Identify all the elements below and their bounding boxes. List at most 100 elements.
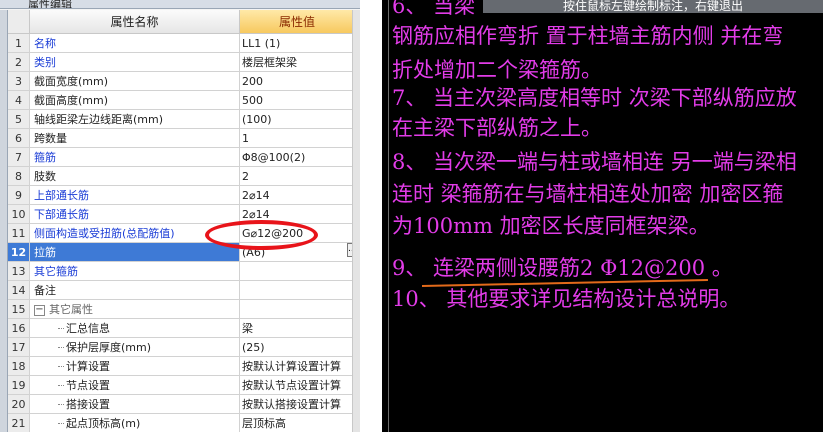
row-number: 3 [8,72,30,91]
property-value[interactable]: 楼层框架梁 [240,53,355,72]
property-name: 其它箍筋 [30,262,240,281]
property-value[interactable]: 2 [240,167,355,186]
property-value[interactable] [240,281,355,300]
property-value[interactable]: 梁 [240,319,355,338]
property-name: 截面宽度(mm) [30,72,240,91]
row-number: 10 [8,205,30,224]
property-name: − 其它属性 [30,300,240,319]
property-value-text: (100) [242,113,272,126]
pane-separator[interactable] [360,0,382,432]
property-value-text: 楼层框架梁 [242,56,297,69]
property-row[interactable]: 2 类别 楼层框架梁 [8,53,355,72]
note-line: 在主梁下部纵筋之上。 [392,116,602,140]
property-name-text: 截面高度(mm) [34,94,109,107]
property-value[interactable]: 1 [240,129,355,148]
property-value-text: 按默认搭接设置计算 [242,398,341,411]
property-value-text: 200 [242,75,263,88]
property-name: 箍筋 [30,148,240,167]
property-value[interactable] [240,262,355,281]
property-value-text: 2⌀14 [242,189,270,202]
drawing-border-line [388,0,389,432]
property-value[interactable]: 200 [240,72,355,91]
property-value[interactable]: LL1 (1) [240,34,355,53]
property-value-text: 梁 [242,322,253,335]
annotation-underline [421,279,708,287]
property-name: 备注 [30,281,240,300]
note-line: 为100mm 加密区长度同框架梁。 [392,214,710,238]
property-row[interactable]: 5 轴线距梁左边线距离(mm) (100) [8,110,355,129]
property-grid: 属性名称 属性值 1 名称 LL1 (1) 2 类别 楼层框架梁 3 截面宽度(mm) 200 4… [8,10,360,432]
row-number-header [8,10,30,34]
note-line: 10、 其他要求详见结构设计总说明。 [392,287,741,311]
property-name-text: 肢数 [34,170,56,183]
panel-side-strip [0,10,8,432]
row-number: 12 [8,243,30,262]
property-value[interactable]: 层顶标高 [240,414,355,432]
row-number: 14 [8,281,30,300]
property-row[interactable]: 16 汇总信息 梁 [8,319,355,338]
row-number: 16 [8,319,30,338]
property-name: 类别 [30,53,240,72]
property-value[interactable]: 按默认搭接设置计算 [240,395,355,414]
property-value[interactable]: Φ8@100(2) [240,148,355,167]
property-name-text: 跨数量 [34,132,67,145]
property-row[interactable]: 1 名称 LL1 (1) [8,34,355,53]
property-row[interactable]: 15− 其它属性 [8,300,355,319]
property-name-text: 汇总信息 [66,322,110,335]
property-value[interactable]: (25) [240,338,355,357]
row-number: 15 [8,300,30,319]
property-name: 汇总信息 [30,319,240,338]
property-row[interactable]: 18 计算设置 按默认计算设置计算 [8,357,355,376]
row-number: 11 [8,224,30,243]
property-row[interactable]: 13 其它箍筋 [8,262,355,281]
property-row[interactable]: 19 节点设置 按默认节点设置计算 [8,376,355,395]
vertical-scrollbar[interactable] [352,10,360,432]
property-name-text: 上部通长筋 [34,189,89,202]
property-name-text: 截面宽度(mm) [34,75,109,88]
property-row[interactable]: 8 肢数 2 [8,167,355,186]
property-row[interactable]: 14 备注 [8,281,355,300]
property-name: 计算设置 [30,357,240,376]
property-value[interactable] [240,300,355,319]
property-name: 名称 [30,34,240,53]
property-name-text: 轴线距梁左边线距离(mm) [34,113,164,126]
note-line: 连时 梁箍筋在与墙柱相连处加密 加密区箍 [392,182,784,206]
property-row[interactable]: 17 保护层厚度(mm) (25) [8,338,355,357]
row-number: 2 [8,53,30,72]
note-line: 钢筋应相作弯折 置于柱墙主筋内侧 并在弯 [392,24,784,48]
row-number: 7 [8,148,30,167]
property-value[interactable]: 2⌀14 [240,186,355,205]
property-value[interactable]: (100) [240,110,355,129]
note-line: 折处增加二个梁箍筋。 [392,58,602,82]
property-row[interactable]: 20 搭接设置 按默认搭接设置计算 [8,395,355,414]
property-name-header[interactable]: 属性名称 [30,10,240,34]
property-name-text: 箍筋 [34,151,56,164]
property-value[interactable]: 按默认计算设置计算 [240,357,355,376]
property-value[interactable]: 按默认节点设置计算 [240,376,355,395]
collapse-icon[interactable]: − [34,304,45,316]
property-row[interactable]: 9 上部通长筋 2⌀14 [8,186,355,205]
property-name-text: 名称 [34,37,56,50]
property-value-text: (25) [242,341,265,354]
property-name-text: 下部通长筋 [34,208,89,221]
row-number: 19 [8,376,30,395]
property-row[interactable]: 4 截面高度(mm) 500 [8,91,355,110]
property-row[interactable]: 3 截面宽度(mm) 200 [8,72,355,91]
property-value-text: 2 [242,170,249,183]
property-value[interactable]: 500 [240,91,355,110]
property-row[interactable]: 21 起点顶标高(m) 层顶标高 [8,414,355,432]
property-name: 轴线距梁左边线距离(mm) [30,110,240,129]
row-number: 1 [8,34,30,53]
property-row[interactable]: 10 下部通长筋 2⌀14 [8,205,355,224]
property-name: 跨数量 [30,129,240,148]
cad-drawing-canvas[interactable]: 按住鼠标左键绘制标注，右键退出 6、 当梁 钢筋应相作弯折 置于柱墙主筋内侧 并在… [382,0,823,432]
property-name: 搭接设置 [30,395,240,414]
property-name-text: 节点设置 [66,379,110,392]
property-row[interactable]: 12拉筋...(A6) [8,243,357,262]
property-row[interactable]: 7 箍筋 Φ8@100(2) [8,148,355,167]
property-value-header[interactable]: 属性值 [240,10,355,34]
row-number: 8 [8,167,30,186]
row-number: 6 [8,129,30,148]
property-row[interactable]: 6 跨数量 1 [8,129,355,148]
row-number: 21 [8,414,30,432]
